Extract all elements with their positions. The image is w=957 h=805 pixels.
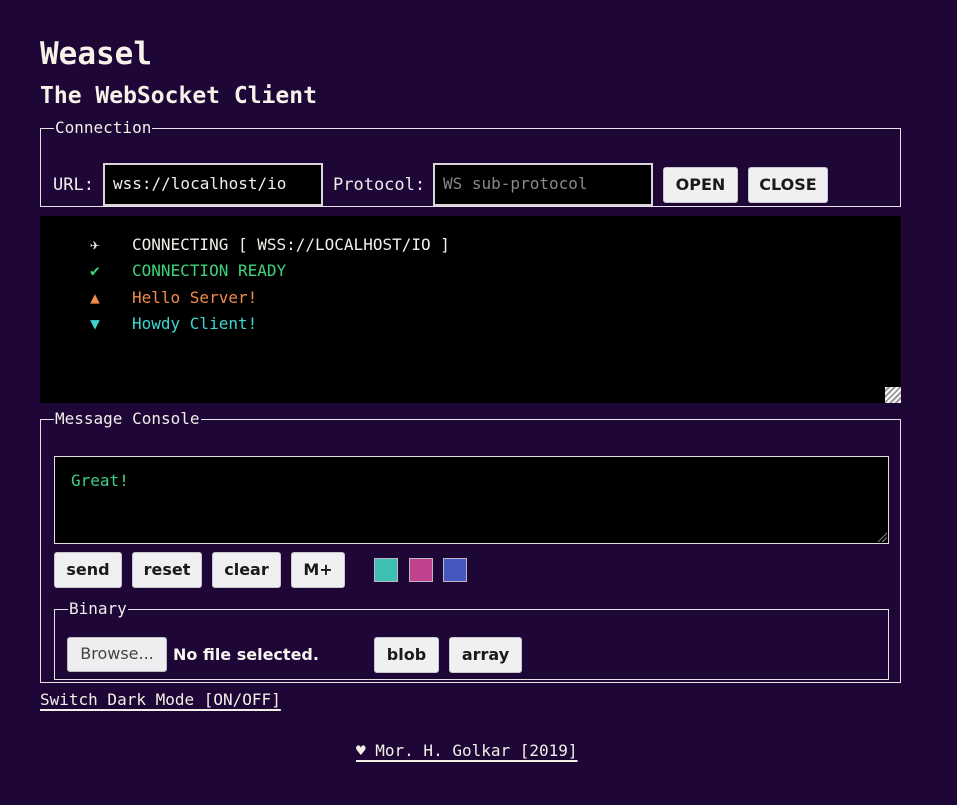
blue-swatch[interactable]	[443, 558, 467, 582]
file-status: No file selected.	[173, 645, 319, 664]
log-entry-text: Hello Server!	[132, 288, 258, 307]
open-button[interactable]: OPEN	[663, 167, 738, 203]
url-label: URL:	[53, 175, 94, 195]
binary-legend: Binary	[69, 599, 127, 618]
log-entry-text: CONNECTING [ WSS://LOCALHOST/IO ]	[132, 235, 450, 254]
log-entry-text: Howdy Client!	[132, 314, 258, 333]
message-textarea[interactable]: Great!	[54, 456, 889, 544]
dark-mode-link[interactable]: Switch Dark Mode [ON/OFF]	[40, 690, 281, 710]
blob-button[interactable]: blob	[374, 637, 439, 673]
protocol-label: Protocol:	[333, 175, 426, 195]
check-icon: ✔	[90, 261, 100, 280]
message-console-legend: Message Console	[55, 409, 200, 428]
connection-panel: Connection URL: wss://localhost/io Proto…	[40, 120, 901, 207]
protocol-input[interactable]: WS sub-protocol	[433, 163, 653, 206]
browse-button[interactable]: Browse...	[67, 637, 167, 672]
reset-button[interactable]: reset	[132, 552, 202, 588]
m-plus-button[interactable]: M+	[291, 552, 345, 588]
credit-link[interactable]: ♥ Mor. H. Golkar [2019]	[356, 741, 578, 761]
binary-panel: Binary Browse... No file selected. blob …	[54, 601, 889, 680]
down-triangle-icon: ▼	[90, 314, 100, 333]
magenta-swatch[interactable]	[409, 558, 433, 582]
resize-grip-icon[interactable]	[876, 531, 887, 542]
app-subtitle: The WebSocket Client	[40, 83, 317, 109]
log-entry-text: CONNECTION READY	[132, 261, 287, 280]
message-log[interactable]: ✈ CONNECTING [ WSS://LOCALHOST/IO ] ✔ CO…	[40, 216, 901, 403]
app-title: Weasel	[40, 36, 152, 72]
message-console-panel: Message Console Great! send reset clear …	[40, 411, 901, 683]
close-button[interactable]: CLOSE	[748, 167, 828, 203]
message-text: Great!	[71, 471, 129, 490]
clear-button[interactable]: clear	[212, 552, 281, 588]
teal-swatch[interactable]	[374, 558, 398, 582]
resize-handle-icon[interactable]	[885, 387, 901, 403]
array-button[interactable]: array	[449, 637, 522, 673]
up-triangle-icon: ▲	[90, 288, 100, 307]
url-input[interactable]: wss://localhost/io	[103, 163, 323, 206]
connection-legend: Connection	[55, 118, 152, 137]
send-button[interactable]: send	[54, 552, 122, 588]
plane-icon: ✈	[90, 235, 100, 254]
